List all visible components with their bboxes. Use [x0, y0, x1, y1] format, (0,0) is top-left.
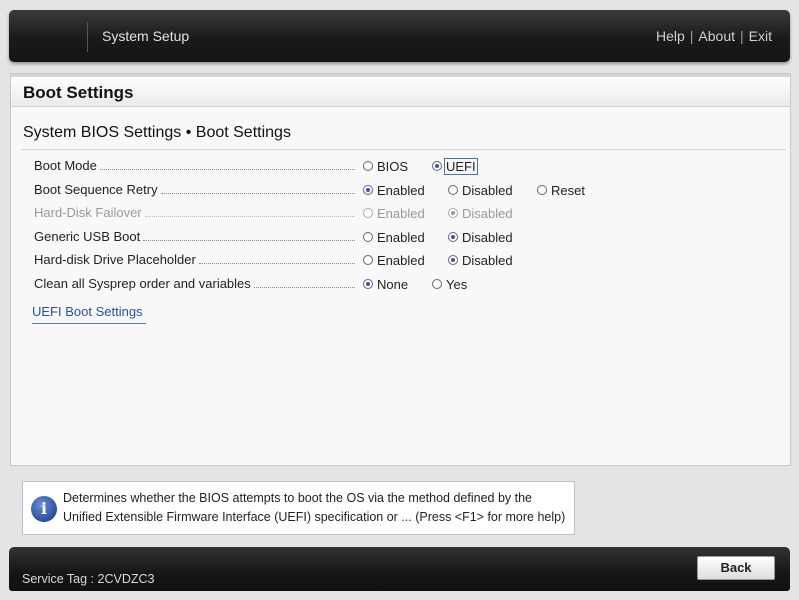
- setting-label-wrap: Hard-Disk Failover: [34, 205, 357, 221]
- top-bar-divider: [87, 22, 88, 52]
- radio-failover-enabled: Enabled: [363, 204, 425, 222]
- setting-label: Hard-Disk Failover: [34, 205, 142, 220]
- radio-label: Enabled: [377, 229, 425, 245]
- help-link[interactable]: Help: [656, 28, 685, 44]
- radio-button[interactable]: [363, 279, 373, 289]
- radio-boot-retry-reset[interactable]: Reset: [537, 181, 585, 199]
- radio-button[interactable]: [363, 161, 373, 171]
- setting-label: Generic USB Boot: [34, 229, 141, 244]
- setting-row-clean-sysprep: Clean all Sysprep order and variables No…: [11, 273, 790, 295]
- setting-label-wrap: Hard-disk Drive Placeholder: [34, 252, 357, 268]
- radio-label: Disabled: [462, 252, 513, 268]
- radio-boot-mode-bios[interactable]: BIOS: [363, 157, 408, 175]
- radio-boot-retry-disabled[interactable]: Disabled: [448, 181, 513, 199]
- help-box: i Determines whether the BIOS attempts t…: [22, 481, 575, 535]
- breadcrumb: System BIOS Settings • Boot Settings: [23, 124, 291, 141]
- page-title: Boot Settings: [23, 83, 134, 102]
- link-separator: |: [689, 28, 694, 44]
- setting-row-hard-disk-failover: Hard-Disk Failover Enabled Disabled: [11, 202, 790, 224]
- link-underline: [32, 323, 146, 324]
- radio-label: Disabled: [462, 229, 513, 245]
- radio-label: UEFI: [444, 157, 478, 175]
- help-text-line: Unified Extensible Firmware Interface (U…: [63, 510, 566, 524]
- about-link[interactable]: About: [698, 28, 735, 44]
- setting-label: Hard-disk Drive Placeholder: [34, 252, 196, 267]
- back-button[interactable]: Back: [697, 556, 775, 580]
- radio-button: [448, 208, 458, 218]
- radio-button[interactable]: [363, 185, 373, 195]
- radio-button[interactable]: [448, 185, 458, 195]
- help-text-line: Determines whether the BIOS attempts to …: [63, 491, 533, 505]
- radio-label: Disabled: [462, 205, 513, 221]
- service-tag: Service Tag : 2CVDZC3: [22, 572, 155, 586]
- radio-label: Yes: [446, 276, 468, 292]
- radio-boot-mode-uefi[interactable]: UEFI: [432, 157, 478, 175]
- dotted-leader: [99, 159, 355, 170]
- setting-label-wrap: Boot Mode: [34, 158, 357, 174]
- app-title: System Setup: [102, 28, 190, 44]
- radio-button[interactable]: [363, 232, 373, 242]
- dotted-leader: [253, 277, 355, 288]
- setting-row-hdd-placeholder: Hard-disk Drive Placeholder Enabled Disa…: [11, 249, 790, 271]
- help-text: Determines whether the BIOS attempts to …: [63, 489, 571, 527]
- main-panel: Boot Settings System BIOS Settings • Boo…: [10, 73, 791, 466]
- setting-label: Clean all Sysprep order and variables: [34, 276, 251, 291]
- radio-label: Reset: [551, 182, 585, 198]
- dotted-leader: [160, 183, 355, 194]
- radio-usb-boot-enabled[interactable]: Enabled: [363, 228, 425, 246]
- setting-label: Boot Sequence Retry: [34, 182, 158, 197]
- link-separator: |: [740, 28, 744, 44]
- radio-failover-disabled: Disabled: [448, 204, 513, 222]
- radio-label: None: [377, 276, 409, 292]
- uefi-boot-settings-link[interactable]: UEFI Boot Settings: [32, 304, 143, 319]
- setting-label: Boot Mode: [34, 158, 97, 173]
- radio-label: Enabled: [377, 252, 425, 268]
- setting-row-generic-usb-boot: Generic USB Boot Enabled Disabled: [11, 226, 790, 248]
- bottom-bar: Service Tag : 2CVDZC3 Back: [9, 547, 790, 591]
- panel-header: Boot Settings: [11, 74, 790, 107]
- setting-row-boot-mode: Boot Mode BIOS UEFI: [11, 155, 790, 177]
- top-bar: System Setup Help | About | Exit: [9, 10, 790, 62]
- radio-usb-boot-disabled[interactable]: Disabled: [448, 228, 513, 246]
- setting-row-boot-sequence-retry: Boot Sequence Retry Enabled Disabled Res…: [11, 179, 790, 201]
- radio-label: Enabled: [377, 205, 425, 221]
- setting-label-wrap: Generic USB Boot: [34, 229, 357, 245]
- dotted-leader: [198, 253, 355, 264]
- radio-button[interactable]: [537, 185, 547, 195]
- radio-button[interactable]: [448, 255, 458, 265]
- setting-label-wrap: Boot Sequence Retry: [34, 182, 357, 198]
- radio-hdd-placeholder-enabled[interactable]: Enabled: [363, 251, 425, 269]
- radio-label: Disabled: [462, 182, 513, 198]
- radio-button[interactable]: [432, 279, 442, 289]
- dotted-leader: [144, 206, 355, 217]
- radio-button[interactable]: [448, 232, 458, 242]
- radio-button[interactable]: [363, 255, 373, 265]
- radio-sysprep-none[interactable]: None: [363, 275, 408, 293]
- exit-link[interactable]: Exit: [749, 28, 772, 44]
- radio-label: Enabled: [377, 182, 425, 198]
- radio-boot-retry-enabled[interactable]: Enabled: [363, 181, 425, 199]
- setting-label-wrap: Clean all Sysprep order and variables: [34, 276, 357, 292]
- info-icon: i: [31, 496, 57, 522]
- radio-button[interactable]: [432, 161, 442, 171]
- radio-sysprep-yes[interactable]: Yes: [432, 275, 467, 293]
- dotted-leader: [143, 230, 355, 241]
- radio-label: BIOS: [377, 158, 409, 174]
- top-links: Help | About | Exit: [656, 28, 772, 44]
- radio-button: [363, 208, 373, 218]
- divider: [21, 149, 786, 150]
- radio-hdd-placeholder-disabled[interactable]: Disabled: [448, 251, 513, 269]
